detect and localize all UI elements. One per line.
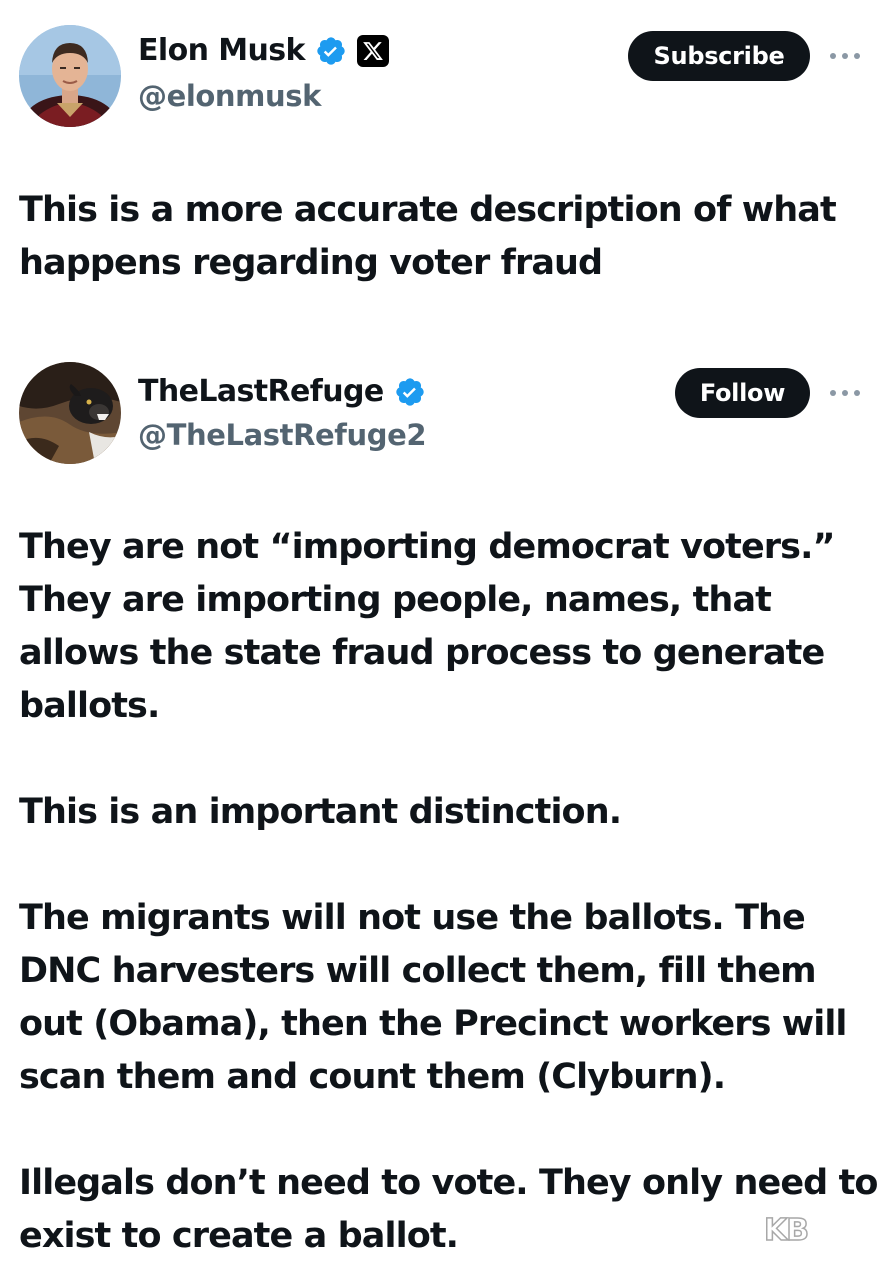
- quoted-post-header: TheLastRefuge @TheLastRefuge2 Follow: [0, 362, 882, 472]
- follow-button[interactable]: Follow: [675, 368, 810, 418]
- post-text: This is a more accurate description of w…: [19, 184, 869, 290]
- quoted-text-line: ballots.: [19, 686, 160, 726]
- more-options-icon[interactable]: [830, 51, 860, 61]
- quoted-text-line: scan them and count them (Clyburn).: [19, 1057, 726, 1097]
- post-text-line: happens regarding voter fraud: [19, 243, 603, 283]
- quoted-author-handle[interactable]: @TheLastRefuge2: [138, 418, 427, 452]
- quoted-text-line: allows the state fraud process to genera…: [19, 633, 825, 673]
- quoted-author-avatar[interactable]: [19, 362, 121, 464]
- quoted-author-name[interactable]: TheLastRefuge: [138, 374, 384, 409]
- verified-badge-icon[interactable]: [394, 376, 426, 408]
- watermark: KB: [763, 1212, 810, 1249]
- quoted-text-line: Illegals don’t need to vote. They only n…: [19, 1163, 878, 1203]
- quoted-text-line: This is an important distinction.: [19, 792, 622, 832]
- quoted-text-line: DNC harvesters will collect them, fill t…: [19, 951, 817, 991]
- x-logo-icon[interactable]: [356, 34, 389, 67]
- quoted-text-line: They are importing people, names, that: [19, 580, 772, 620]
- author-handle[interactable]: @elonmusk: [138, 79, 321, 113]
- quoted-author-name-line: TheLastRefuge: [138, 374, 426, 409]
- quoted-text-line: exist to create a ballot.: [19, 1216, 459, 1256]
- verified-badge-icon[interactable]: [315, 35, 347, 67]
- post-header: Elon Musk @elonmusk Subscribe: [0, 25, 882, 135]
- more-options-icon[interactable]: [830, 388, 860, 398]
- post-text-line: This is a more accurate description of w…: [19, 190, 837, 230]
- quoted-post-text: They are not “importing democrat voters.…: [19, 521, 878, 1263]
- quoted-text-line: out (Obama), then the Precinct workers w…: [19, 1004, 847, 1044]
- author-name-line: Elon Musk: [138, 33, 389, 68]
- subscribe-button[interactable]: Subscribe: [628, 31, 810, 81]
- screenshot: Elon Musk @elonmusk Subscribe This is a …: [0, 0, 882, 1280]
- quoted-text-line: The migrants will not use the ballots. T…: [19, 898, 806, 938]
- author-avatar[interactable]: [19, 25, 121, 127]
- quoted-text-line: They are not “importing democrat voters.…: [19, 527, 835, 567]
- author-name[interactable]: Elon Musk: [138, 33, 305, 68]
